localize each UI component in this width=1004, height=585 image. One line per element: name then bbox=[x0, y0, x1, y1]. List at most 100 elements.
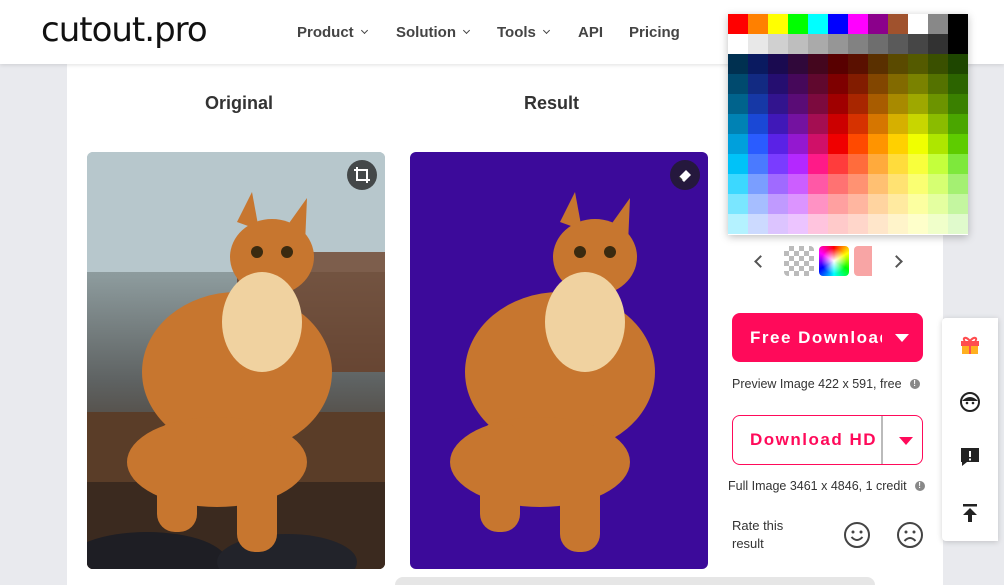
palette-swatch[interactable] bbox=[808, 174, 828, 194]
chevron-left-icon[interactable] bbox=[754, 255, 767, 268]
palette-swatch[interactable] bbox=[848, 14, 868, 34]
palette-swatch[interactable] bbox=[888, 174, 908, 194]
palette-swatch[interactable] bbox=[928, 54, 948, 74]
palette-swatch[interactable] bbox=[808, 34, 828, 54]
rainbow-swatch[interactable] bbox=[819, 246, 849, 276]
palette-swatch[interactable] bbox=[728, 14, 748, 34]
palette-swatch[interactable] bbox=[908, 214, 928, 234]
palette-swatch[interactable] bbox=[728, 214, 748, 234]
palette-swatch[interactable] bbox=[768, 194, 788, 214]
happy-face-icon[interactable] bbox=[843, 521, 871, 549]
palette-swatch[interactable] bbox=[908, 14, 928, 34]
palette-swatch[interactable] bbox=[868, 114, 888, 134]
palette-swatch[interactable] bbox=[828, 34, 848, 54]
palette-swatch[interactable] bbox=[868, 74, 888, 94]
palette-swatch[interactable] bbox=[888, 134, 908, 154]
palette-swatch[interactable] bbox=[808, 214, 828, 234]
nav-api[interactable]: API bbox=[578, 24, 603, 41]
palette-swatch[interactable] bbox=[928, 74, 948, 94]
palette-swatch[interactable] bbox=[908, 114, 928, 134]
palette-swatch[interactable] bbox=[928, 194, 948, 214]
palette-swatch[interactable] bbox=[768, 214, 788, 234]
palette-swatch[interactable] bbox=[948, 74, 968, 94]
palette-swatch[interactable] bbox=[828, 154, 848, 174]
palette-swatch[interactable] bbox=[888, 114, 908, 134]
gift-icon[interactable] bbox=[958, 332, 982, 356]
palette-swatch[interactable] bbox=[748, 14, 768, 34]
nav-pricing[interactable]: Pricing bbox=[629, 24, 680, 41]
palette-swatch[interactable] bbox=[868, 214, 888, 234]
palette-swatch[interactable] bbox=[788, 114, 808, 134]
caret-down-icon[interactable] bbox=[899, 437, 913, 445]
eraser-button[interactable] bbox=[670, 160, 700, 190]
palette-swatch[interactable] bbox=[768, 34, 788, 54]
palette-swatch[interactable] bbox=[928, 114, 948, 134]
palette-swatch[interactable] bbox=[768, 54, 788, 74]
palette-swatch[interactable] bbox=[928, 154, 948, 174]
palette-swatch[interactable] bbox=[828, 94, 848, 114]
palette-swatch[interactable] bbox=[808, 194, 828, 214]
palette-swatch[interactable] bbox=[908, 74, 928, 94]
palette-swatch[interactable] bbox=[768, 94, 788, 114]
palette-swatch[interactable] bbox=[828, 194, 848, 214]
palette-swatch[interactable] bbox=[728, 194, 748, 214]
palette-swatch[interactable] bbox=[888, 194, 908, 214]
logo[interactable]: cutout.pro bbox=[41, 10, 208, 50]
palette-swatch[interactable] bbox=[948, 94, 968, 114]
palette-swatch[interactable] bbox=[748, 54, 768, 74]
palette-swatch[interactable] bbox=[768, 14, 788, 34]
palette-swatch[interactable] bbox=[768, 114, 788, 134]
palette-swatch[interactable] bbox=[888, 54, 908, 74]
palette-swatch[interactable] bbox=[808, 94, 828, 114]
chevron-right-icon[interactable] bbox=[890, 255, 903, 268]
palette-swatch[interactable] bbox=[868, 54, 888, 74]
palette-swatch[interactable] bbox=[928, 214, 948, 234]
palette-swatch[interactable] bbox=[888, 154, 908, 174]
palette-swatch[interactable] bbox=[848, 74, 868, 94]
palette-swatch[interactable] bbox=[948, 114, 968, 134]
palette-swatch[interactable] bbox=[888, 74, 908, 94]
palette-swatch[interactable] bbox=[868, 134, 888, 154]
palette-swatch[interactable] bbox=[908, 94, 928, 114]
palette-swatch[interactable] bbox=[788, 94, 808, 114]
transparent-swatch[interactable] bbox=[784, 246, 814, 276]
palette-swatch[interactable] bbox=[868, 174, 888, 194]
palette-swatch[interactable] bbox=[748, 174, 768, 194]
palette-swatch[interactable] bbox=[848, 194, 868, 214]
palette-swatch[interactable] bbox=[768, 74, 788, 94]
palette-swatch[interactable] bbox=[788, 194, 808, 214]
palette-swatch[interactable] bbox=[888, 14, 908, 34]
palette-swatch[interactable] bbox=[908, 54, 928, 74]
palette-swatch[interactable] bbox=[868, 14, 888, 34]
palette-swatch[interactable] bbox=[808, 74, 828, 94]
palette-swatch[interactable] bbox=[928, 174, 948, 194]
palette-swatch[interactable] bbox=[808, 134, 828, 154]
nav-solution[interactable]: Solution bbox=[396, 24, 471, 41]
palette-swatch[interactable] bbox=[948, 34, 968, 54]
palette-swatch[interactable] bbox=[748, 114, 768, 134]
palette-swatch[interactable] bbox=[768, 174, 788, 194]
palette-swatch[interactable] bbox=[828, 14, 848, 34]
palette-swatch[interactable] bbox=[848, 94, 868, 114]
pink-swatch[interactable] bbox=[854, 246, 872, 276]
palette-swatch[interactable] bbox=[848, 114, 868, 134]
palette-swatch[interactable] bbox=[728, 34, 748, 54]
palette-swatch[interactable] bbox=[928, 134, 948, 154]
palette-swatch[interactable] bbox=[908, 134, 928, 154]
palette-swatch[interactable] bbox=[948, 54, 968, 74]
palette-swatch[interactable] bbox=[828, 74, 848, 94]
feedback-icon[interactable] bbox=[958, 445, 982, 469]
palette-swatch[interactable] bbox=[928, 94, 948, 114]
color-palette[interactable] bbox=[728, 14, 968, 235]
palette-swatch[interactable] bbox=[928, 14, 948, 34]
palette-swatch[interactable] bbox=[788, 174, 808, 194]
palette-swatch[interactable] bbox=[788, 154, 808, 174]
palette-swatch[interactable] bbox=[888, 94, 908, 114]
crop-button[interactable] bbox=[347, 160, 377, 190]
palette-swatch[interactable] bbox=[828, 174, 848, 194]
palette-swatch[interactable] bbox=[748, 134, 768, 154]
info-icon[interactable]: ! bbox=[914, 481, 925, 491]
support-icon[interactable] bbox=[958, 390, 982, 414]
palette-swatch[interactable] bbox=[828, 134, 848, 154]
free-download-button[interactable]: Free Download bbox=[732, 313, 923, 362]
